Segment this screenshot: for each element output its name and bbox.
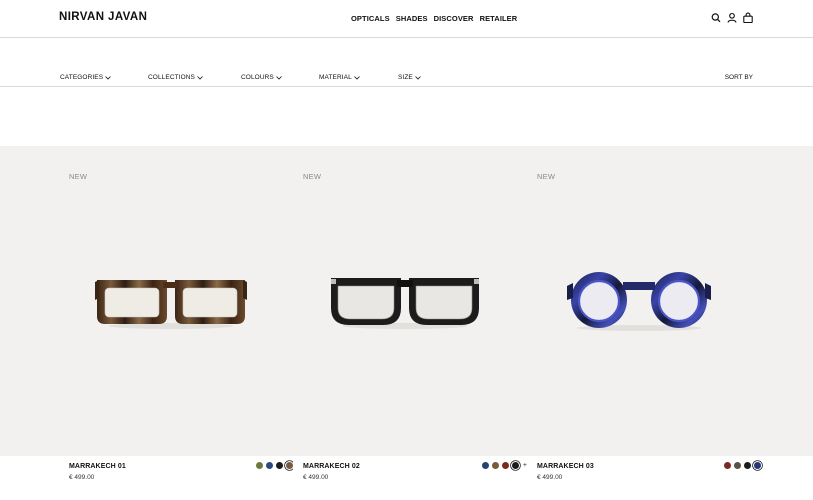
product-card-marrakech-02[interactable]: NEW	[293, 146, 527, 456]
product-image-glasses	[567, 272, 711, 331]
color-swatch[interactable]	[286, 462, 293, 469]
product-grid: NEW NEW NEW	[0, 146, 813, 456]
nav-shades[interactable]: SHADES	[396, 14, 428, 23]
filter-label: MATERIAL	[319, 74, 352, 81]
filter-material[interactable]: MATERIAL	[319, 74, 360, 81]
color-swatches	[256, 462, 293, 469]
filter-label: COLOURS	[241, 74, 274, 81]
user-icon[interactable]	[727, 12, 737, 24]
filter-label: CATEGORIES	[60, 74, 104, 81]
product-card-marrakech-03[interactable]: NEW	[527, 146, 761, 456]
filter-categories[interactable]: CATEGORIES	[60, 74, 111, 81]
product-price: € 499.00	[69, 474, 95, 481]
new-badge: NEW	[69, 172, 88, 181]
brand-logo[interactable]: NIRVAN JAVAN	[59, 11, 147, 23]
product-price: € 499.00	[537, 474, 563, 481]
product-name[interactable]: MARRAKECH 03	[537, 463, 594, 470]
chevron-down-icon	[197, 75, 203, 80]
color-swatch[interactable]	[754, 462, 761, 469]
header-icons	[711, 12, 753, 24]
chevron-down-icon	[354, 75, 360, 80]
color-swatch[interactable]	[501, 462, 509, 469]
filter-size[interactable]: SIZE	[398, 74, 421, 81]
main-nav: OPTICALS SHADES DISCOVER RETAILER	[351, 14, 517, 23]
filter-collections[interactable]: COLLECTIONS	[148, 74, 203, 81]
nav-opticals[interactable]: OPTICALS	[351, 14, 390, 23]
product-image-glasses	[331, 278, 479, 329]
color-swatch[interactable]	[256, 462, 263, 469]
color-swatch[interactable]	[276, 462, 283, 469]
product-info-marrakech-02: MARRAKECH 02 € 499.00 +	[293, 456, 527, 500]
bag-icon[interactable]	[743, 12, 753, 24]
search-icon[interactable]	[711, 12, 721, 24]
new-badge: NEW	[303, 172, 322, 181]
filter-label: COLLECTIONS	[148, 74, 195, 81]
new-badge: NEW	[537, 172, 556, 181]
chevron-down-icon	[105, 75, 111, 80]
color-swatches: +	[481, 462, 527, 469]
product-info-marrakech-03: MARRAKECH 03 € 499.00	[527, 456, 761, 500]
color-swatch[interactable]	[511, 462, 519, 469]
color-swatch[interactable]	[734, 462, 741, 469]
color-swatch[interactable]	[481, 462, 489, 469]
product-name[interactable]: MARRAKECH 02	[303, 463, 360, 470]
product-info-marrakech-01: MARRAKECH 01 € 499.00	[59, 456, 293, 500]
nav-retailer[interactable]: RETAILER	[480, 14, 518, 23]
site-header: NIRVAN JAVAN OPTICALS SHADES DISCOVER RE…	[0, 0, 813, 38]
product-name[interactable]: MARRAKECH 01	[69, 463, 126, 470]
color-swatch[interactable]	[744, 462, 751, 469]
color-swatch[interactable]	[491, 462, 499, 469]
sort-by-button[interactable]: SORT BY	[725, 74, 753, 81]
color-swatches	[724, 462, 761, 469]
filter-bar: CATEGORIES COLLECTIONS COLOURS MATERIAL …	[0, 39, 813, 87]
nav-discover[interactable]: DISCOVER	[434, 14, 474, 23]
filter-colours[interactable]: COLOURS	[241, 74, 282, 81]
color-swatch[interactable]	[266, 462, 273, 469]
filter-label: SIZE	[398, 74, 413, 81]
chevron-down-icon	[415, 75, 421, 80]
product-price: € 499.00	[303, 474, 329, 481]
product-image-glasses	[95, 280, 247, 329]
chevron-down-icon	[276, 75, 282, 80]
product-card-marrakech-01[interactable]: NEW	[59, 146, 293, 456]
color-swatch[interactable]	[724, 462, 731, 469]
